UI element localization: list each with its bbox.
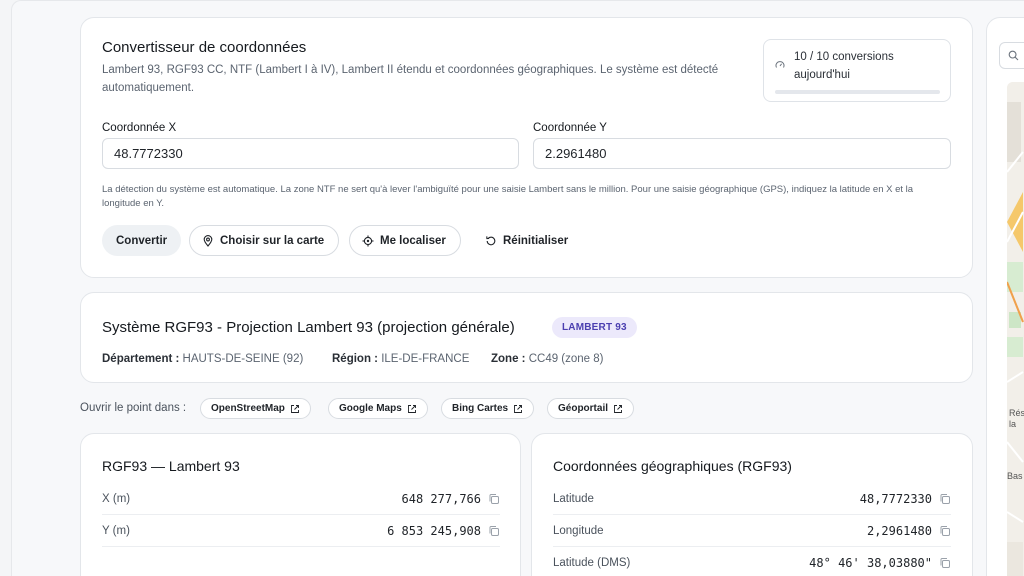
result-row-latitude-dms: Latitude (DMS) 48° 46' 38,03880" xyxy=(553,547,951,576)
zone-info: Zone : CC49 (zone 8) xyxy=(491,353,604,365)
map-pin-icon xyxy=(203,234,213,247)
zone-value: CC49 (zone 8) xyxy=(528,353,604,365)
convert-button-label: Convertir xyxy=(116,234,168,247)
geoportail-label: Géoportail xyxy=(558,403,609,414)
copy-icon[interactable] xyxy=(488,525,500,537)
page-title: Convertisseur de coordonnées xyxy=(102,39,307,56)
x-coordinate-input[interactable] xyxy=(102,138,519,169)
detection-hint: La détection du système est automatique.… xyxy=(102,184,914,209)
open-in-label: Ouvrir le point dans : xyxy=(80,402,187,414)
result-value: 48,7772330 xyxy=(859,491,932,506)
copy-icon[interactable] xyxy=(939,493,951,505)
copy-icon[interactable] xyxy=(939,525,951,537)
result-row-y: Y (m) 6 853 245,908 xyxy=(102,515,500,547)
geographic-card: Coordonnées géographiques (RGF93) Latitu… xyxy=(531,433,973,576)
result-label: Longitude xyxy=(553,524,604,537)
open-openstreetmap-link[interactable]: OpenStreetMap xyxy=(200,398,311,419)
search-icon xyxy=(1008,50,1019,61)
external-link-icon xyxy=(407,404,416,413)
openstreetmap-label: OpenStreetMap xyxy=(211,403,285,414)
quota-panel: 10 / 10 conversions aujourd'hui xyxy=(763,39,951,102)
system-card: Système RGF93 - Projection Lambert 93 (p… xyxy=(80,292,973,383)
map-card: Rés la Bas xyxy=(986,17,1024,576)
result-label: Latitude xyxy=(553,492,594,505)
lambert93-card-title: RGF93 — Lambert 93 xyxy=(102,458,240,474)
departement-value: HAUTS-DE-SEINE (92) xyxy=(182,353,304,365)
reset-label: Réinitialiser xyxy=(503,234,569,247)
region-label: Région : xyxy=(332,353,378,365)
locate-me-button[interactable]: Me localiser xyxy=(349,225,461,256)
copy-icon[interactable] xyxy=(939,557,951,569)
reset-button[interactable]: Réinitialiser xyxy=(481,225,572,256)
locate-me-label: Me localiser xyxy=(380,234,446,247)
pick-on-map-label: Choisir sur la carte xyxy=(220,234,325,247)
app-page: Convertisseur de coordonnées Lambert 93,… xyxy=(11,0,1024,576)
quota-progress-fill xyxy=(775,90,940,94)
zone-label: Zone : xyxy=(491,353,526,365)
map-label: Rés la xyxy=(1009,408,1024,429)
gauge-icon xyxy=(775,61,785,68)
copy-icon[interactable] xyxy=(488,493,500,505)
result-label: X (m) xyxy=(102,492,131,505)
google-maps-label: Google Maps xyxy=(339,403,402,414)
system-title: Système RGF93 - Projection Lambert 93 (p… xyxy=(102,319,515,336)
map-label: Bas xyxy=(1007,471,1023,481)
map-view[interactable]: Rés la Bas xyxy=(1007,82,1024,576)
external-link-icon xyxy=(514,404,523,413)
result-value: 48° 46' 38,03880" xyxy=(809,556,932,570)
convert-button[interactable]: Convertir xyxy=(102,225,182,256)
lambert93-card: RGF93 — Lambert 93 X (m) 648 277,766 Y (… xyxy=(80,433,521,576)
result-value: 648 277,766 xyxy=(401,491,481,506)
map-tiles xyxy=(1007,82,1024,576)
converter-card: Convertisseur de coordonnées Lambert 93,… xyxy=(80,17,973,278)
result-row-x: X (m) 648 277,766 xyxy=(102,483,500,515)
region-value: ILE-DE-FRANCE xyxy=(381,353,470,365)
quota-progress-bar xyxy=(775,90,940,94)
pick-on-map-button[interactable]: Choisir sur la carte xyxy=(189,225,340,256)
region-info: Région : ILE-DE-FRANCE xyxy=(332,353,469,365)
map-search-input[interactable] xyxy=(999,42,1024,69)
result-row-latitude: Latitude 48,7772330 xyxy=(553,483,951,515)
result-value: 6 853 245,908 xyxy=(387,523,481,538)
rotate-ccw-icon xyxy=(486,235,496,245)
bing-cartes-label: Bing Cartes xyxy=(452,403,509,414)
external-link-icon xyxy=(290,404,299,413)
result-row-longitude: Longitude 2,2961480 xyxy=(553,515,951,547)
x-field-label: Coordonnée X xyxy=(102,122,177,134)
result-value: 2,2961480 xyxy=(866,523,932,538)
y-coordinate-input[interactable] xyxy=(533,138,951,169)
system-badge: LAMBERT 93 xyxy=(552,317,637,338)
departement-info: Département : HAUTS-DE-SEINE (92) xyxy=(102,353,303,365)
open-google-maps-link[interactable]: Google Maps xyxy=(328,398,428,419)
open-geoportail-link[interactable]: Géoportail xyxy=(547,398,635,419)
crosshair-icon xyxy=(362,235,374,246)
quota-text: 10 / 10 conversions aujourd'hui xyxy=(794,51,894,81)
geographic-card-title: Coordonnées géographiques (RGF93) xyxy=(553,458,792,474)
departement-label: Département : xyxy=(102,353,180,365)
page-subtitle: Lambert 93, RGF93 CC, NTF (Lambert I à I… xyxy=(102,64,719,94)
open-bing-cartes-link[interactable]: Bing Cartes xyxy=(441,398,535,419)
external-link-icon xyxy=(614,404,622,413)
result-label: Latitude (DMS) xyxy=(553,557,631,569)
result-label: Y (m) xyxy=(102,524,130,537)
y-field-label: Coordonnée Y xyxy=(533,122,607,134)
